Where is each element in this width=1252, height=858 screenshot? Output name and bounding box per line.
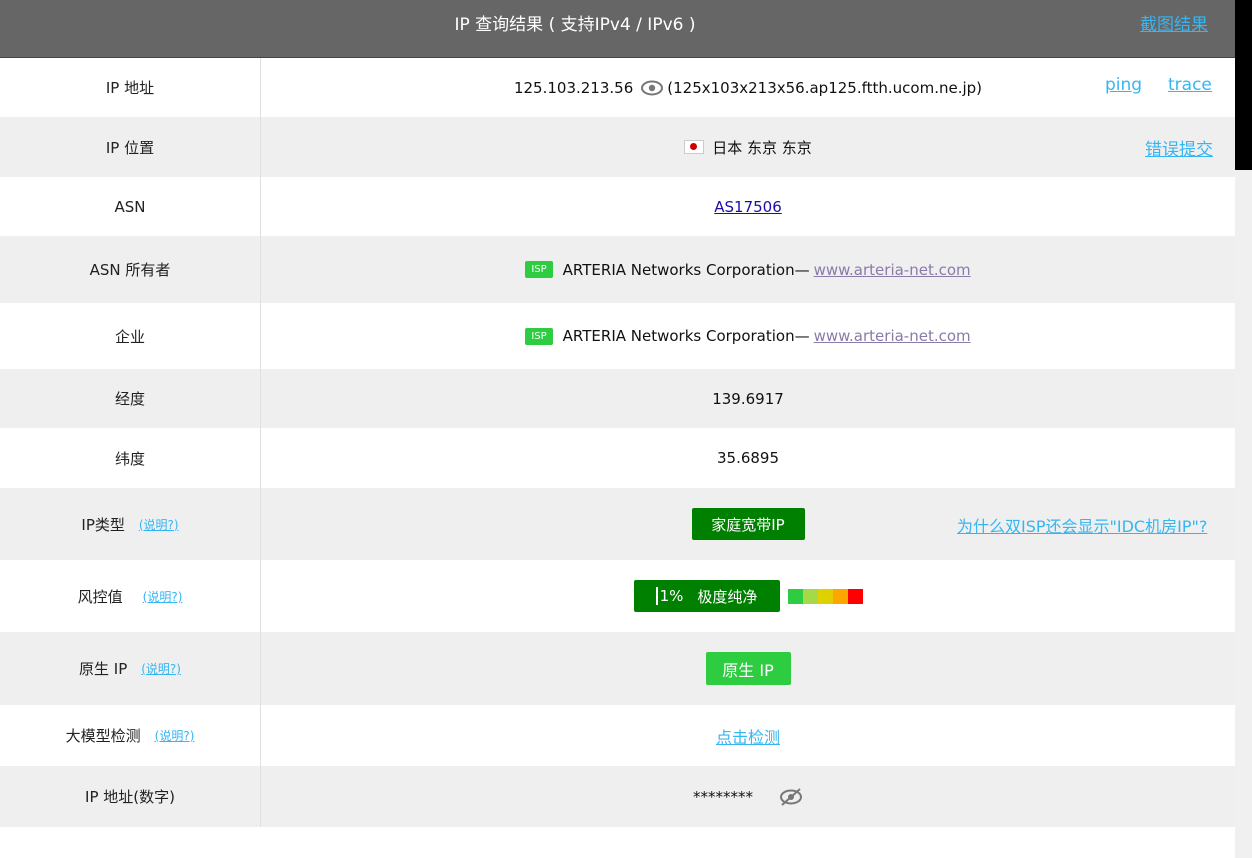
ip-numeric-masked: ********: [693, 787, 753, 806]
row-company: 企业 ISP ARTERIA Networks Corporation— www…: [0, 303, 1235, 369]
ip-text: 125.103.213.56: [513, 78, 634, 97]
label-ip-location: IP 位置: [0, 117, 261, 177]
value-latitude: 35.6895: [716, 449, 780, 467]
value-ip-address: 125.103.213.56 (125x103x213x56.ap125.ftt…: [261, 58, 1235, 117]
label-asn-owner: ASN 所有者: [0, 236, 261, 303]
value-asn-owner: ISP ARTERIA Networks Corporation— www.ar…: [261, 236, 1235, 303]
row-longitude: 经度 139.6917: [0, 369, 1235, 428]
value-llm-detect: 点击检测: [261, 705, 1235, 766]
label-asn: ASN: [0, 177, 261, 236]
ip-type-help-link[interactable]: (说明?): [139, 516, 179, 533]
company-website-link[interactable]: www.arteria-net.com: [814, 327, 971, 345]
llm-help-link[interactable]: (说明?): [155, 727, 195, 744]
label-ip-address: IP 地址: [0, 58, 261, 117]
isp-badge: ISP: [525, 327, 553, 345]
native-label-text: 原生 IP: [79, 660, 128, 678]
label-ip-type: IP类型 (说明?): [0, 488, 261, 560]
row-asn: ASN AS17506: [0, 177, 1235, 236]
value-ip-numeric: ********: [261, 766, 1235, 827]
row-ip-address: IP 地址 125.103.213.56 (125x103x213x56.ap1…: [0, 58, 1235, 117]
row-latitude: 纬度 35.6895: [0, 428, 1235, 488]
value-native-ip: 原生 IP: [261, 632, 1235, 705]
row-risk-score: 风控值 (说明?) 1% 极度纯净: [0, 560, 1235, 632]
value-ip-location: 日本 东京 东京: [261, 117, 1235, 177]
label-llm-detect: 大模型检测 (说明?): [0, 705, 261, 766]
label-ip-numeric: IP 地址(数字): [0, 766, 261, 827]
row-native-ip: 原生 IP (说明?) 原生 IP: [0, 632, 1235, 705]
japan-flag-icon: [684, 140, 705, 154]
label-latitude: 纬度: [0, 428, 261, 488]
location-text: 日本 东京 东京: [712, 138, 812, 157]
risk-score-badge: 1% 极度纯净: [633, 580, 780, 612]
isp-badge: ISP: [525, 261, 553, 278]
asn-owner-name: ARTERIA Networks Corporation—: [562, 260, 810, 279]
eye-off-icon[interactable]: [779, 787, 803, 806]
asn-link[interactable]: AS17506: [714, 198, 782, 216]
risk-scale-segment: [802, 588, 818, 604]
risk-label-text: 风控值: [77, 587, 123, 606]
result-header: IP 查询结果 ( 支持IPv4 / IPv6 ) 截图结果: [0, 0, 1235, 58]
report-error-link[interactable]: 错误提交: [1145, 135, 1213, 160]
native-ip-badge: 原生 IP: [705, 652, 791, 685]
dual-isp-faq-link[interactable]: 为什么双ISP还会显示"IDC机房IP"?: [957, 513, 1207, 537]
label-company: 企业: [0, 303, 261, 369]
ping-link[interactable]: ping: [1105, 75, 1142, 95]
screenshot-link[interactable]: 截图结果: [1140, 10, 1208, 35]
risk-marker: [655, 587, 658, 605]
ip-type-label-text: IP类型: [81, 515, 125, 534]
value-risk-score: 1% 极度纯净: [261, 560, 1235, 632]
ip-type-badge: 家庭宽带IP: [691, 508, 805, 540]
value-company: ISP ARTERIA Networks Corporation— www.ar…: [261, 303, 1235, 369]
asn-owner-website-link[interactable]: www.arteria-net.com: [814, 261, 971, 279]
llm-label-text: 大模型检测: [65, 727, 141, 745]
risk-level-text: 极度纯净: [697, 587, 758, 606]
value-asn: AS17506: [261, 177, 1235, 236]
llm-detect-link[interactable]: 点击检测: [716, 724, 780, 748]
risk-scale-segment: [817, 588, 833, 604]
trace-link[interactable]: trace: [1168, 75, 1212, 95]
row-ip-type: IP类型 (说明?) 家庭宽带IP 为什么双ISP还会显示"IDC机房IP"?: [0, 488, 1235, 560]
risk-color-scale: [787, 588, 863, 604]
ip-hostname: (125x103x213x56.ap125.ftth.ucom.ne.jp): [667, 78, 983, 97]
row-ip-numeric: IP 地址(数字) ********: [0, 766, 1235, 827]
risk-help-link[interactable]: (说明?): [143, 588, 183, 605]
page-title: IP 查询结果 ( 支持IPv4 / IPv6 ): [454, 15, 696, 35]
label-native-ip: 原生 IP (说明?): [0, 632, 261, 705]
row-ip-location: IP 位置 日本 东京 东京 错误提交: [0, 117, 1235, 177]
label-risk-score: 风控值 (说明?): [0, 560, 261, 632]
company-name: ARTERIA Networks Corporation—: [562, 327, 810, 345]
risk-scale-segment: [832, 588, 848, 604]
native-help-link[interactable]: (说明?): [141, 660, 181, 677]
row-llm-detect: 大模型检测 (说明?) 点击检测: [0, 705, 1235, 766]
page-scrollbar-thumb[interactable]: [1235, 0, 1252, 170]
risk-scale-segment: [787, 588, 803, 604]
risk-percent: 1%: [659, 587, 684, 605]
eye-icon[interactable]: [641, 80, 664, 96]
value-longitude: 139.6917: [712, 389, 784, 408]
risk-scale-segment: [847, 588, 863, 604]
label-longitude: 经度: [0, 369, 261, 428]
row-asn-owner: ASN 所有者 ISP ARTERIA Networks Corporation…: [0, 236, 1235, 303]
